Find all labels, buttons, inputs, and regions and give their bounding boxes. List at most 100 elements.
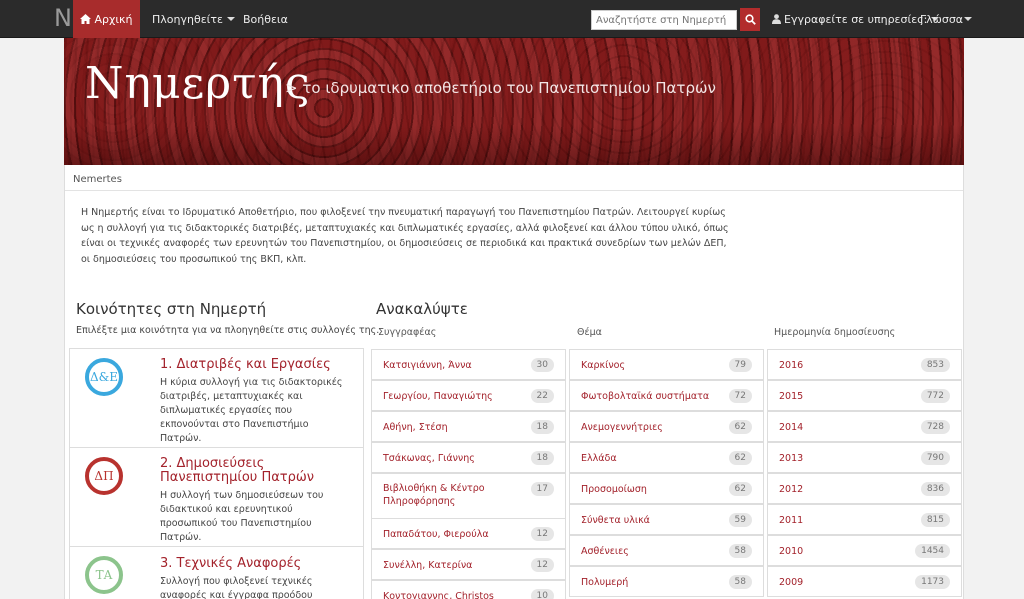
nav-language-dropdown[interactable]: Γλώσσα: [920, 0, 973, 38]
nav-help-link[interactable]: Βοήθεια: [243, 0, 288, 38]
chevron-down-icon: [226, 17, 235, 21]
community-item[interactable]: ΔΠ 2. Δημοσιεύσεις Πανεπιστημίου Πατρών …: [69, 447, 364, 547]
facet-subject-item[interactable]: Φωτοβολταϊκά συστήματα 72: [569, 380, 764, 411]
facet-author-item[interactable]: Γεωργίου, Παναγιώτης 22: [371, 380, 566, 411]
hero-banner: Νημερτής > το ιδρυματικο αποθετήριο του …: [64, 38, 964, 165]
facet-dates-label: Ημερομηνία δημοσίευσης: [774, 327, 896, 338]
facet-date-value: 2016: [779, 360, 804, 371]
facet-date-value: 2013: [779, 453, 804, 464]
search-button[interactable]: [740, 8, 760, 31]
facet-author-item[interactable]: Τσάκωνας, Γιάννης 18: [371, 442, 566, 473]
nav-register-dropdown[interactable]: Εγγραφείτε σε υπηρεσίες:: [772, 0, 940, 38]
count-badge: 18: [530, 420, 554, 434]
count-badge: 62: [728, 451, 752, 465]
publications-icon: ΔΠ: [85, 457, 123, 495]
facet-date-item[interactable]: 2011 815: [767, 504, 962, 535]
discover-heading: Ανακαλύψτε: [376, 300, 468, 318]
count-badge: 62: [728, 420, 752, 434]
facet-author-item[interactable]: Κοντογιαννης, Christos 10: [371, 580, 566, 599]
community-title[interactable]: 1. Διατριβές και Εργασίες: [160, 358, 331, 372]
count-badge: 772: [920, 389, 950, 403]
count-badge: 58: [728, 575, 752, 589]
facet-author-item[interactable]: Αθήνη, Στέση 18: [371, 411, 566, 442]
community-description: Η κύρια συλλογή για τις διδακτορικές δια…: [160, 377, 343, 444]
facet-authors-label: Συγγραφέας: [378, 327, 437, 338]
facet-date-item[interactable]: 2010 1454: [767, 535, 962, 566]
facet-author-item[interactable]: Βιβλιοθήκη & Κέντρο Πληροφόρησης 17: [371, 473, 566, 519]
facet-subject-item[interactable]: Ασθένειες 58: [569, 535, 764, 566]
count-badge: 58: [728, 544, 752, 558]
count-badge: 62: [728, 482, 752, 496]
community-title[interactable]: 2. Δημοσιεύσεις Πανεπιστημίου Πατρών: [160, 457, 330, 485]
count-badge: 12: [530, 527, 554, 541]
count-badge: 18: [530, 451, 554, 465]
facet-date-value: 2011: [779, 515, 804, 526]
facet-subject-item[interactable]: Πολυμερή 58: [569, 566, 764, 597]
communities-subheading: Επιλέξτε μια κοινότητα για να πλοηγηθείτ…: [76, 325, 380, 336]
search-input[interactable]: [591, 10, 737, 30]
facet-subject-item[interactable]: Ανεμογεννήτριες 62: [569, 411, 764, 442]
community-title[interactable]: 3. Τεχνικές Αναφορές: [160, 557, 301, 571]
technical-reports-icon: ΤΑ: [85, 556, 123, 594]
community-item[interactable]: ΤΑ 3. Τεχνικές Αναφορές Συλλογή που φιλο…: [69, 546, 364, 599]
count-badge: 22: [530, 389, 554, 403]
facet-subject-item[interactable]: Ελλάδα 62: [569, 442, 764, 473]
facet-author-item[interactable]: Συνέλλη, Κατερίνα 12: [371, 549, 566, 580]
facet-subject-item[interactable]: Καρκίνος 79: [569, 349, 764, 380]
facet-date-value: 2009: [779, 577, 804, 588]
intro-text: Η Νημερτής είναι το Ιδρυματικό Αποθετήρι…: [81, 207, 729, 265]
brand-logo[interactable]: N: [54, 4, 72, 32]
count-badge: 10: [530, 589, 554, 599]
facet-subject-item[interactable]: Σύνθετα υλικά 59: [569, 504, 764, 535]
facet-subject-name: Προσομοίωση: [581, 484, 647, 495]
count-badge: 59: [728, 513, 752, 527]
facet-author-name: Κοντογιαννης, Christos: [383, 591, 494, 599]
facet-author-item[interactable]: Κατσιγιάννη, Άννα 30: [371, 349, 566, 380]
theses-icon: Δ&Ε: [85, 358, 123, 396]
breadcrumb[interactable]: Nemertes: [65, 165, 963, 191]
facet-author-name: Γεωργίου, Παναγιώτης: [383, 391, 493, 402]
facet-date-item[interactable]: 2009 1173: [767, 566, 962, 597]
facet-subject-name: Ασθένειες: [581, 546, 629, 557]
facet-date-value: 2010: [779, 546, 804, 557]
facet-subject-name: Ανεμογεννήτριες: [581, 422, 663, 433]
facet-author-name: Βιβλιοθήκη & Κέντρο Πληροφόρησης: [383, 483, 485, 507]
count-badge: 790: [920, 451, 950, 465]
facet-author-name: Αθήνη, Στέση: [383, 422, 448, 433]
facet-subject-item[interactable]: Προσομοίωση 62: [569, 473, 764, 504]
facet-date-item[interactable]: 2016 853: [767, 349, 962, 380]
nav-home-button[interactable]: Αρχική: [73, 0, 140, 38]
facet-subject-name: Καρκίνος: [581, 360, 626, 371]
facet-author-item[interactable]: Παπαδάτου, Φιερούλα 12: [371, 518, 566, 549]
facet-author-name: Συνέλλη, Κατερίνα: [383, 560, 473, 571]
facet-date-item[interactable]: 2012 836: [767, 473, 962, 504]
banner-title: Νημερτής: [85, 58, 311, 109]
facet-subject-name: Ελλάδα: [581, 453, 617, 464]
banner-subtitle: > το ιδρυματικο αποθετήριο του Πανεπιστη…: [285, 79, 716, 97]
count-badge: 72: [728, 389, 752, 403]
top-navbar: N Αρχική Πλοηγηθείτε Βοήθεια Εγγραφείτε …: [0, 0, 1024, 38]
count-badge: 79: [728, 358, 752, 372]
main-content: Nemertes Η Νημερτής είναι το Ιδρυματικό …: [64, 165, 964, 599]
facet-date-value: 2015: [779, 391, 804, 402]
nav-help-label: Βοήθεια: [243, 12, 288, 26]
facet-date-item[interactable]: 2014 728: [767, 411, 962, 442]
facet-date-item[interactable]: 2013 790: [767, 442, 962, 473]
count-badge: 12: [530, 558, 554, 572]
nav-register-label: Εγγραφείτε σε υπηρεσίες:: [784, 12, 928, 26]
nav-navigate-dropdown[interactable]: Πλοηγηθείτε: [152, 0, 235, 38]
user-icon: [772, 14, 781, 24]
community-description: Η συλλογή των δημοσιεύσεων του διδακτικο…: [160, 490, 324, 543]
nav-navigate-label: Πλοηγηθείτε: [152, 12, 223, 26]
count-badge: 17: [530, 482, 554, 496]
count-badge: 1454: [915, 544, 950, 558]
community-item[interactable]: Δ&Ε 1. Διατριβές και Εργασίες Η κύρια συ…: [69, 348, 364, 448]
facet-date-item[interactable]: 2015 772: [767, 380, 962, 411]
chevron-down-icon: [964, 17, 973, 21]
facet-subject-name: Φωτοβολταϊκά συστήματα: [581, 391, 710, 402]
communities-heading: Κοινότητες στη Νημερτή: [76, 300, 267, 318]
facet-author-name: Παπαδάτου, Φιερούλα: [383, 529, 489, 540]
count-badge: 836: [920, 482, 950, 496]
facet-date-value: 2014: [779, 422, 804, 433]
banner-shade: [64, 125, 964, 165]
